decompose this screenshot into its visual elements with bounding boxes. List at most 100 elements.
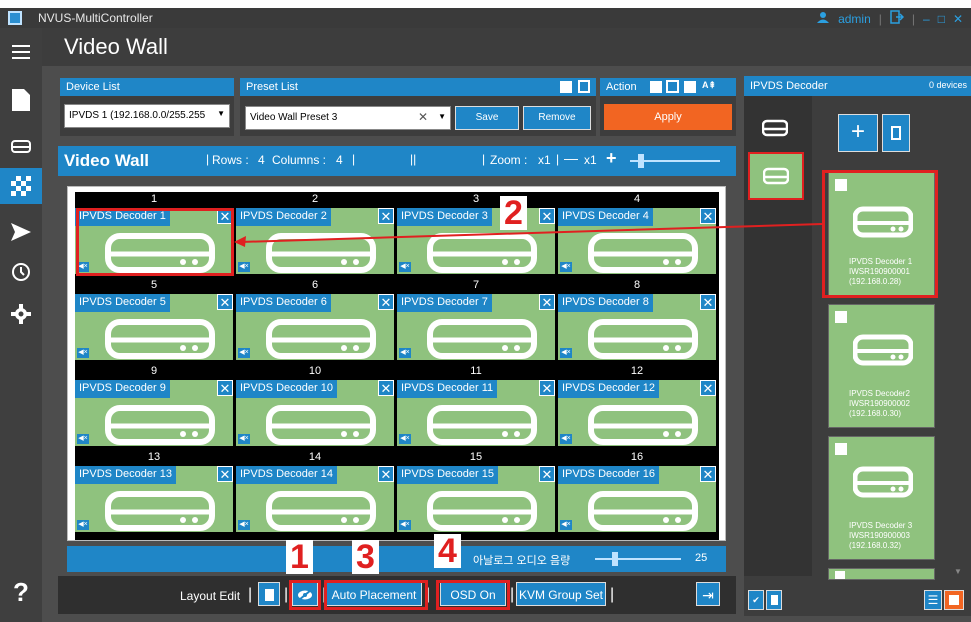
wall-cell[interactable]: IPVDS Decoder 11 ✕ ◀× xyxy=(397,380,555,446)
device-checkbox[interactable] xyxy=(835,311,847,323)
wall-cell[interactable]: IPVDS Decoder 10 ✕ ◀× xyxy=(236,380,394,446)
mute-icon[interactable]: ◀× xyxy=(77,348,89,358)
decoder-icon xyxy=(853,466,913,498)
device-checkbox[interactable] xyxy=(835,443,847,455)
videowall-icon[interactable] xyxy=(0,168,42,204)
menu-icon[interactable] xyxy=(0,34,42,70)
wall-position-number: 7 xyxy=(472,279,480,291)
wall-cell[interactable]: IPVDS Decoder 13 ✕ ◀× xyxy=(75,466,233,532)
remove-cell-icon[interactable]: ✕ xyxy=(539,466,555,482)
remove-button[interactable]: Remove xyxy=(523,106,591,130)
remove-cell-icon[interactable]: ✕ xyxy=(217,466,233,482)
send-icon[interactable] xyxy=(0,214,42,250)
mute-icon[interactable]: ◀× xyxy=(238,262,250,272)
wall-position-number: 16 xyxy=(630,451,644,463)
wall-cell[interactable]: IPVDS Decoder 8 ✕ ◀× xyxy=(558,294,716,360)
zoom-slider-thumb[interactable] xyxy=(638,154,644,168)
text-size-icon[interactable]: A⇞ xyxy=(702,80,716,91)
file-icon[interactable] xyxy=(0,82,42,118)
help-icon[interactable]: ? xyxy=(0,574,42,610)
device-list-select[interactable]: IPVDS 1 (192.168.0.0/255.255 ▼ xyxy=(64,104,230,128)
mute-icon[interactable]: ◀× xyxy=(560,434,572,444)
mute-icon[interactable]: ◀× xyxy=(238,434,250,444)
remove-cell-icon[interactable]: ✕ xyxy=(217,294,233,310)
remove-cell-icon[interactable]: ✕ xyxy=(378,294,394,310)
remove-cell-icon[interactable]: ✕ xyxy=(539,294,555,310)
mute-icon[interactable]: ◀× xyxy=(560,520,572,530)
mute-icon[interactable]: ◀× xyxy=(77,434,89,444)
close-button[interactable]: ✕ xyxy=(953,12,963,26)
action-checkbox-1[interactable] xyxy=(650,81,662,93)
sidebar: ? xyxy=(0,28,42,622)
wall-cell[interactable]: IPVDS Decoder 7 ✕ ◀× xyxy=(397,294,555,360)
kvm-group-set-button[interactable]: KVM Group Set xyxy=(516,582,606,606)
save-preset-icon[interactable] xyxy=(578,80,590,93)
select-all-icon[interactable]: ✔ xyxy=(748,590,764,610)
delete-button[interactable] xyxy=(258,582,280,606)
remove-cell-icon[interactable]: ✕ xyxy=(539,380,555,396)
device-card[interactable]: IPVDS Decoder 3 IWSR190900003 (192.168.0… xyxy=(828,436,935,560)
mute-icon[interactable]: ◀× xyxy=(238,348,250,358)
preset-checkbox[interactable] xyxy=(560,81,572,93)
list-view-icon[interactable]: ☰ xyxy=(924,590,942,610)
wall-cell[interactable]: IPVDS Decoder 15 ✕ ◀× xyxy=(397,466,555,532)
paste-device-button[interactable] xyxy=(882,114,910,152)
device-icon[interactable] xyxy=(0,128,42,164)
wall-position-number: 10 xyxy=(308,365,322,377)
device-checkbox[interactable] xyxy=(835,571,845,579)
mute-icon[interactable]: ◀× xyxy=(399,434,411,444)
remove-cell-icon[interactable]: ✕ xyxy=(700,466,716,482)
remove-cell-icon[interactable]: ✕ xyxy=(700,294,716,310)
decoder-type-selected[interactable] xyxy=(748,152,804,200)
mute-icon[interactable]: ◀× xyxy=(560,348,572,358)
delete-device-button[interactable] xyxy=(766,590,782,610)
preset-select[interactable]: Video Wall Preset 3 ✕ ▼ xyxy=(245,106,451,130)
maximize-button[interactable]: □ xyxy=(938,12,945,26)
mute-icon[interactable]: ◀× xyxy=(77,520,89,530)
remove-cell-icon[interactable]: ✕ xyxy=(378,466,394,482)
wall-cell[interactable]: IPVDS Decoder 6 ✕ ◀× xyxy=(236,294,394,360)
wall-cell-label: IPVDS Decoder 5 xyxy=(75,294,170,312)
save-button[interactable]: Save xyxy=(455,106,519,130)
collapse-panel-icon[interactable]: ⇥ xyxy=(696,582,720,606)
clock-icon[interactable] xyxy=(0,254,42,290)
zoom-value: x1 xyxy=(538,153,551,167)
mute-icon[interactable]: ◀× xyxy=(399,520,411,530)
wall-cell-label: IPVDS Decoder 8 xyxy=(558,294,653,312)
scroll-down-icon[interactable]: ▼ xyxy=(954,567,962,576)
remove-cell-icon[interactable]: ✕ xyxy=(217,380,233,396)
audio-slider-thumb[interactable] xyxy=(612,552,618,566)
decoder-scrollbar[interactable]: ▼ xyxy=(952,170,964,580)
device-card[interactable] xyxy=(828,568,935,580)
mute-icon[interactable]: ◀× xyxy=(399,262,411,272)
action-checkbox-2[interactable] xyxy=(684,81,696,93)
apply-button[interactable]: Apply xyxy=(604,104,732,130)
wall-cell[interactable]: IPVDS Decoder 5 ✕ ◀× xyxy=(75,294,233,360)
gear-icon[interactable] xyxy=(0,296,42,332)
logout-icon[interactable] xyxy=(890,10,904,27)
clear-icon[interactable]: ✕ xyxy=(418,110,428,124)
layout-icon[interactable] xyxy=(666,80,679,93)
app-title: NVUS-MultiController xyxy=(38,11,153,25)
wall-cell[interactable]: IPVDS Decoder 14 ✕ ◀× xyxy=(236,466,394,532)
trash-icon xyxy=(770,595,778,605)
mute-icon[interactable]: ◀× xyxy=(560,262,572,272)
zoom-out-button[interactable]: — xyxy=(564,150,578,166)
thumbnail-view-icon[interactable] xyxy=(944,590,964,610)
minimize-button[interactable]: – xyxy=(923,12,930,26)
device-card[interactable]: IPVDS Decoder2 IWSR190900002 (192.168.0.… xyxy=(828,304,935,428)
device-serial: IWSR190900002 xyxy=(849,399,910,408)
mute-icon[interactable]: ◀× xyxy=(238,520,250,530)
wall-cell[interactable]: IPVDS Decoder 12 ✕ ◀× xyxy=(558,380,716,446)
wall-position-number: 6 xyxy=(311,279,319,291)
add-device-button[interactable]: + xyxy=(838,114,878,152)
remove-cell-icon[interactable]: ✕ xyxy=(700,380,716,396)
wall-cell[interactable]: IPVDS Decoder 9 ✕ ◀× xyxy=(75,380,233,446)
audio-slider-track[interactable] xyxy=(595,558,681,560)
wall-cell[interactable]: IPVDS Decoder 16 ✕ ◀× xyxy=(558,466,716,532)
mute-icon[interactable]: ◀× xyxy=(399,348,411,358)
remove-cell-icon[interactable]: ✕ xyxy=(378,380,394,396)
zoom-in-button[interactable]: + xyxy=(606,148,617,169)
decoder-type-icon[interactable] xyxy=(761,118,789,143)
user-name[interactable]: admin xyxy=(838,12,871,26)
